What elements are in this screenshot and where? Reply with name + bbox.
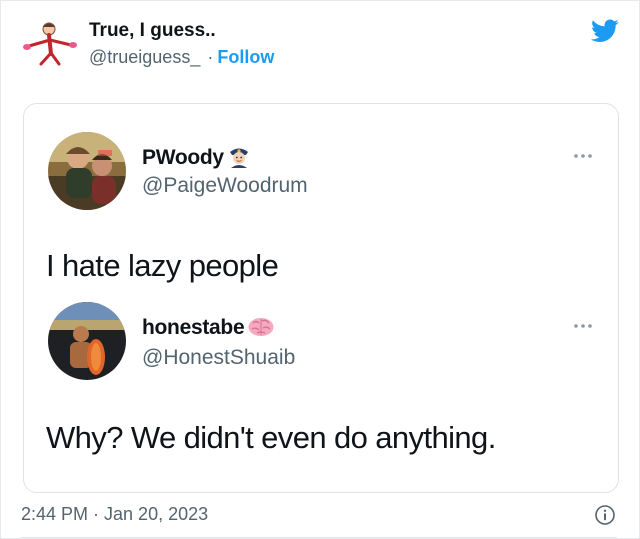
twitter-bird-icon[interactable]: [591, 19, 619, 43]
info-icon[interactable]: [594, 504, 616, 526]
honestabe-photo: [48, 302, 126, 380]
post-avatar-pwoody[interactable]: [48, 132, 126, 210]
post-display-name-text: honestabe: [142, 316, 245, 339]
post-avatar-honestabe[interactable]: [48, 302, 126, 380]
pwoody-photo: [48, 132, 126, 210]
bottom-divider: [21, 537, 617, 538]
quoted-card: PWoody @PaigeWoodrum I hate lazy people: [23, 103, 619, 493]
more-dots-icon[interactable]: [572, 322, 594, 330]
follow-link[interactable]: Follow: [217, 47, 274, 67]
post-display-name[interactable]: honestabe: [142, 316, 275, 340]
post-handle[interactable]: @HonestShuaib: [142, 346, 295, 370]
post-handle[interactable]: @PaigeWoodrum: [142, 174, 308, 198]
author-display-name[interactable]: True, I guess..: [89, 20, 216, 42]
brain-emoji-icon: [248, 318, 274, 336]
author-avatar[interactable]: [19, 18, 77, 68]
post-display-name-text: PWoody: [142, 146, 224, 169]
author-handle[interactable]: @trueiguess_: [89, 47, 200, 67]
more-dots-icon[interactable]: [572, 152, 594, 160]
police-officer-emoji-icon: [229, 148, 248, 168]
tweet-embed: True, I guess.. @trueiguess_ · Follow PW…: [0, 0, 640, 539]
post-text: Why? We didn't even do anything.: [46, 420, 496, 455]
post-display-name[interactable]: PWoody: [142, 144, 251, 170]
stick-figure-avatar-icon: [23, 22, 77, 66]
tweet-timestamp[interactable]: 2:44 PM · Jan 20, 2023: [21, 504, 208, 525]
meta-separator: ·: [207, 47, 214, 67]
post-text: I hate lazy people: [46, 248, 279, 283]
author-meta: @trueiguess_ · Follow: [89, 47, 274, 68]
